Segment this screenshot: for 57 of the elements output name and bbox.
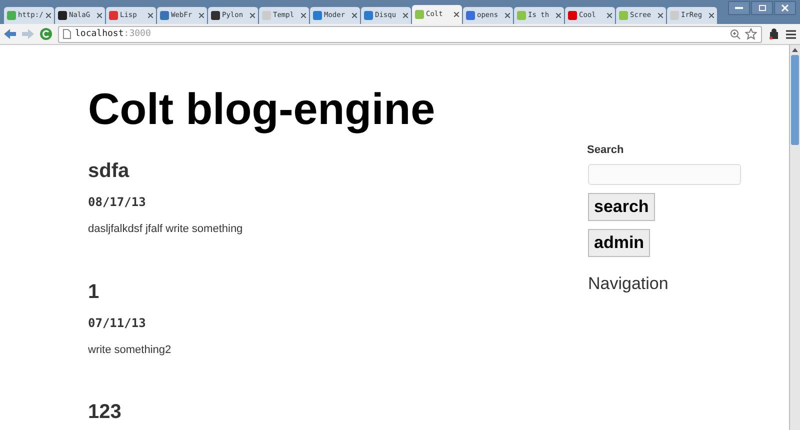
minimize-button[interactable] bbox=[728, 1, 750, 15]
back-icon[interactable] bbox=[4, 29, 16, 39]
search-field[interactable] bbox=[588, 164, 741, 184]
tab-close-icon[interactable] bbox=[556, 13, 561, 18]
tab-close-icon[interactable] bbox=[97, 13, 102, 18]
post-date: 08/17/13 bbox=[88, 194, 146, 211]
close-icon bbox=[781, 4, 789, 12]
tab-close-icon[interactable] bbox=[607, 13, 612, 18]
favicon-icon bbox=[211, 11, 220, 20]
favicon-icon bbox=[415, 10, 424, 19]
search-label: Search bbox=[587, 143, 624, 158]
scroll-up-icon[interactable] bbox=[792, 48, 798, 52]
url-text: localhost:3000 bbox=[75, 30, 151, 38]
post-body: write something2 bbox=[88, 342, 172, 358]
favicon-icon bbox=[466, 11, 475, 20]
tab-close-icon[interactable] bbox=[658, 13, 663, 18]
page-icon bbox=[63, 29, 71, 39]
search-button[interactable]: search bbox=[588, 192, 655, 220]
zoom-icon[interactable] bbox=[730, 28, 741, 40]
favicon-icon bbox=[619, 11, 628, 20]
admin-button[interactable]: admin bbox=[588, 228, 650, 256]
scrollbar[interactable] bbox=[789, 45, 800, 430]
restore-button[interactable] bbox=[751, 1, 773, 15]
favicon-icon bbox=[262, 11, 271, 20]
tab-close-icon[interactable] bbox=[403, 13, 408, 18]
site-title: Colt blog-engine bbox=[88, 88, 436, 132]
post-title: sdfa bbox=[88, 161, 130, 181]
scrollbar-thumb[interactable] bbox=[791, 55, 799, 145]
favicon-icon bbox=[364, 11, 373, 20]
tab-close-icon[interactable] bbox=[46, 13, 51, 18]
reload-icon[interactable] bbox=[40, 28, 52, 40]
tab-close-icon[interactable] bbox=[505, 13, 510, 18]
favicon-icon bbox=[7, 11, 16, 20]
post-title: 1 bbox=[88, 282, 100, 302]
post-date: 07/11/13 bbox=[88, 314, 146, 332]
tab-close-icon[interactable] bbox=[250, 13, 255, 18]
star-icon[interactable] bbox=[745, 28, 757, 40]
tab-close-icon[interactable] bbox=[454, 12, 459, 17]
tab-close-icon[interactable] bbox=[199, 13, 204, 18]
menu-icon[interactable] bbox=[786, 30, 796, 38]
tab-close-icon[interactable] bbox=[148, 13, 153, 18]
post-title: 123 bbox=[88, 402, 122, 422]
address-field[interactable]: localhost:3000 bbox=[58, 26, 762, 42]
favicon-icon bbox=[160, 11, 169, 20]
favicon-icon bbox=[58, 11, 67, 20]
tab-close-icon[interactable] bbox=[301, 13, 306, 18]
tab-close-icon[interactable] bbox=[352, 13, 357, 18]
favicon-icon bbox=[313, 11, 322, 20]
navigation-heading: Navigation bbox=[588, 272, 668, 294]
favicon-icon bbox=[109, 11, 118, 20]
extension-icon[interactable] bbox=[768, 28, 780, 40]
tab-close-icon[interactable] bbox=[709, 13, 714, 18]
favicon-icon bbox=[517, 11, 526, 20]
post-body: dasljfalkdsf jfalf write something bbox=[88, 222, 243, 237]
favicon-icon bbox=[568, 11, 577, 20]
favicon-icon bbox=[670, 11, 679, 20]
close-button[interactable] bbox=[774, 1, 796, 15]
